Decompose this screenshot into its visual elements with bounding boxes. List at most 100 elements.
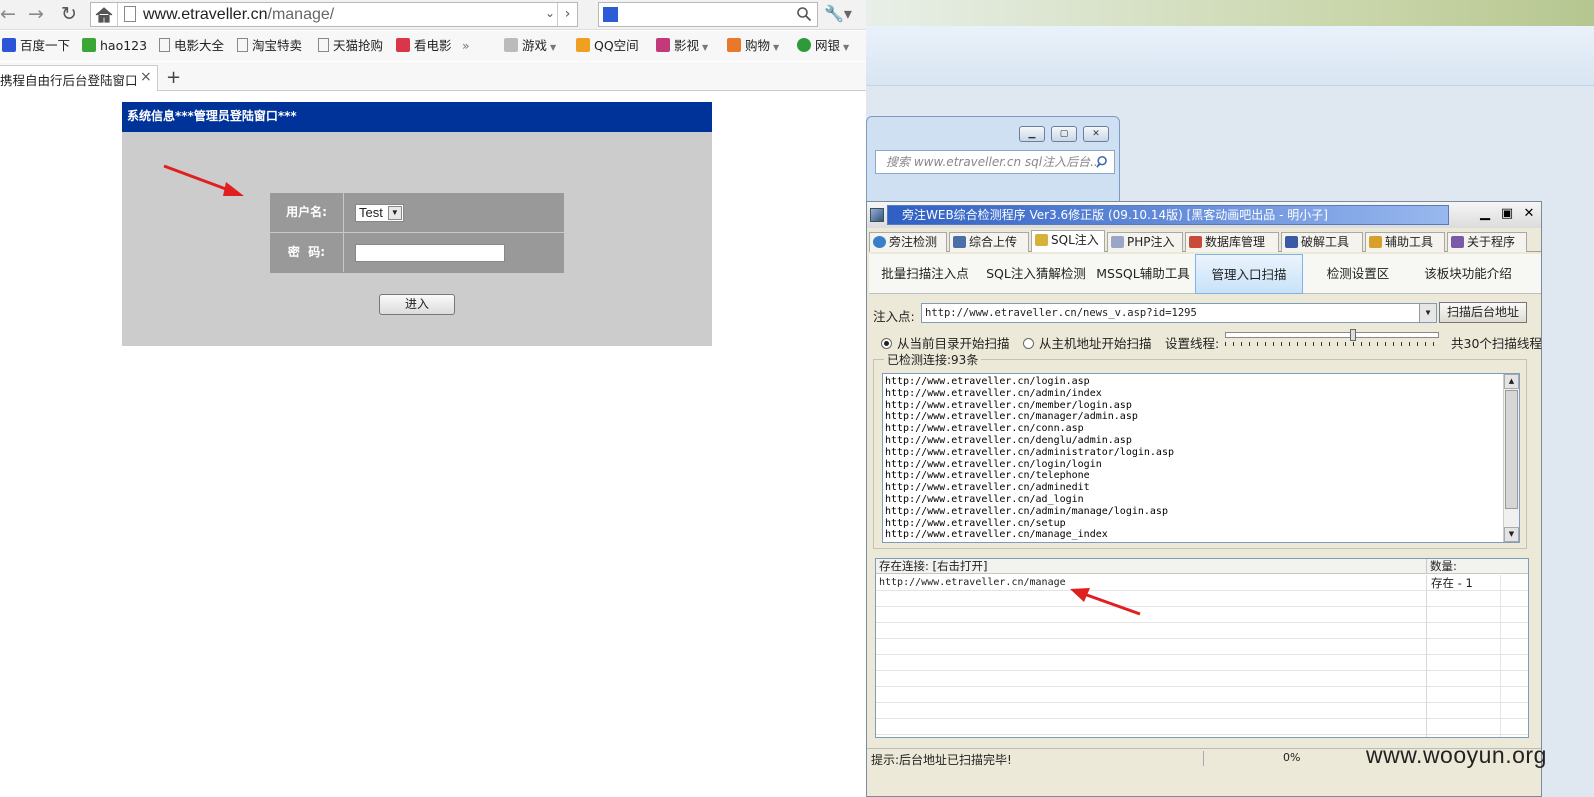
tab-label: 关于程序 xyxy=(1467,235,1516,249)
bookmark-movies[interactable]: 电影大全 xyxy=(159,38,224,56)
bookmark-shopping[interactable]: 购物 ▼ xyxy=(727,38,779,56)
results-table[interactable]: 存在连接: [右击打开] 数量: http://www.etraveller.c… xyxy=(875,558,1529,738)
home-icon[interactable] xyxy=(94,5,114,25)
password-input[interactable] xyxy=(355,244,505,262)
browser-toolbar: ← → ↻ www.etraveller.cn/manage/ ⌄ › 🔧▾ xyxy=(0,0,866,30)
tab-active[interactable]: 携程自由行后台登陆窗口 × xyxy=(0,65,158,91)
tab-side-detect[interactable]: 旁注检测 xyxy=(869,232,947,252)
forward-button[interactable]: → xyxy=(24,3,48,27)
search-bar[interactable] xyxy=(598,2,818,27)
search-icon[interactable] xyxy=(1096,155,1110,169)
tab-database[interactable]: 数据库管理 xyxy=(1185,232,1279,252)
close-icon[interactable]: × xyxy=(140,69,152,85)
subtab-batch-scan[interactable]: 批量扫描注入点 xyxy=(871,254,979,294)
tab-sql-injection[interactable]: SQL注入 xyxy=(1031,230,1105,252)
scroll-down-icon[interactable]: ▼ xyxy=(1504,527,1519,542)
search-icon[interactable] xyxy=(796,6,812,22)
list-item[interactable]: http://www.etraveller.cn/member/login.as… xyxy=(885,400,1174,412)
subtab-sql-guess[interactable]: SQL注入猜解检测 xyxy=(981,254,1091,294)
bookmark-baidu[interactable]: 百度一下 xyxy=(2,38,70,56)
subtab-intro[interactable]: 该板块功能介绍 xyxy=(1413,254,1523,294)
new-tab-button[interactable]: + xyxy=(166,67,181,88)
list-item[interactable]: http://www.etraveller.cn/administrator/l… xyxy=(885,447,1174,459)
scroll-up-icon[interactable]: ▲ xyxy=(1504,374,1519,389)
list-item[interactable]: http://www.etraveller.cn/login/login xyxy=(885,459,1174,471)
detected-links-list[interactable]: http://www.etraveller.cn/login.asp http:/… xyxy=(882,373,1520,543)
tab-upload[interactable]: 综合上传 xyxy=(949,232,1029,252)
url-text[interactable]: www.etraveller.cn/manage/ xyxy=(143,3,334,26)
column-header-link[interactable]: 存在连接: [右击打开] xyxy=(879,559,988,573)
page-icon xyxy=(159,38,170,52)
bookmark-games[interactable]: 游戏 ▼ xyxy=(504,38,556,56)
subtab-mssql-tools[interactable]: MSSQL辅助工具 xyxy=(1093,254,1193,294)
reload-button[interactable]: ↻ xyxy=(57,3,81,27)
subtab-settings[interactable]: 检测设置区 xyxy=(1305,254,1411,294)
subtab-admin-scan[interactable]: 管理入口扫描 xyxy=(1195,254,1303,294)
thread-slider[interactable] xyxy=(1225,329,1439,350)
list-item[interactable]: http://www.etraveller.cn/telephone xyxy=(885,470,1174,482)
list-item[interactable]: http://www.etraveller.cn/conn.asp xyxy=(885,423,1174,435)
result-row-link[interactable]: http://www.etraveller.cn/manage xyxy=(879,576,1066,590)
desktop-area: ▁ ▢ ✕ 搜索 www.etraveller.cn sql注入后台... 旁注… xyxy=(866,0,1594,797)
chevron-down-icon[interactable]: ▼ xyxy=(1419,304,1436,322)
gamepad-icon xyxy=(504,38,518,52)
inject-point-input[interactable]: http://www.etraveller.cn/news_v.asp?id=1… xyxy=(921,303,1437,323)
radio-dot-selected[interactable] xyxy=(881,338,892,349)
chevron-down-icon[interactable]: ⌄ xyxy=(545,6,555,20)
login-submit-button[interactable]: 进入 xyxy=(379,294,455,315)
username-select[interactable]: Test ▼ xyxy=(355,204,404,222)
bookmark-qzone[interactable]: QQ空间 xyxy=(576,38,639,56)
back-button[interactable]: ← xyxy=(0,3,20,27)
scrollbar[interactable]: ▲ ▼ xyxy=(1503,374,1519,542)
bookmark-ebank[interactable]: 网银 ▼ xyxy=(797,38,849,56)
list-item[interactable]: http://www.etraveller.cn/setup xyxy=(885,518,1174,530)
search-doc-icon xyxy=(1035,234,1048,246)
wrench-icon[interactable]: 🔧▾ xyxy=(824,4,864,26)
bookmark-tmall[interactable]: 天猫抢购 xyxy=(318,38,383,56)
bookmark-label: 看电影 xyxy=(414,38,452,53)
scan-admin-button[interactable]: 扫描后台地址 xyxy=(1439,302,1527,323)
bookmark-taobao[interactable]: 淘宝特卖 xyxy=(237,38,302,56)
maximize-button[interactable]: ▢ xyxy=(1051,126,1077,142)
grid-column-line xyxy=(1426,575,1427,737)
close-button[interactable]: ✕ xyxy=(1083,126,1109,142)
minimize-icon[interactable]: ▁ xyxy=(1477,206,1493,222)
ie-search-input[interactable]: 搜索 www.etraveller.cn sql注入后台... xyxy=(875,150,1115,174)
list-item[interactable]: http://www.etraveller.cn/login.asp xyxy=(885,376,1174,388)
radio-current-dir[interactable]: 从当前目录开始扫描 xyxy=(881,333,1010,352)
slider-thumb[interactable] xyxy=(1350,329,1356,341)
list-item[interactable]: http://www.etraveller.cn/admin/index xyxy=(885,388,1174,400)
watermark-text: www.wooyun.org xyxy=(1366,742,1547,768)
address-bar[interactable]: www.etraveller.cn/manage/ ⌄ › xyxy=(90,2,578,27)
bookmarks-overflow[interactable]: » xyxy=(462,38,470,56)
list-item[interactable]: http://www.etraveller.cn/admin/manage/lo… xyxy=(885,506,1174,518)
radio-dot[interactable] xyxy=(1023,338,1034,349)
tab-label: 数据库管理 xyxy=(1205,235,1266,249)
minimize-button[interactable]: ▁ xyxy=(1019,126,1045,142)
detected-links-group: 已检测连接:93条 http://www.etraveller.cn/login… xyxy=(873,351,1527,549)
bookmark-52movie[interactable]: 看电影 xyxy=(396,38,452,56)
go-arrow-icon[interactable]: › xyxy=(557,3,577,26)
bookmark-video[interactable]: 影视 ▼ xyxy=(656,38,708,56)
close-icon[interactable]: ✕ xyxy=(1521,206,1537,222)
slider-track[interactable] xyxy=(1225,332,1439,338)
tab-about[interactable]: 关于程序 xyxy=(1447,232,1527,252)
chevron-down-icon[interactable]: ▼ xyxy=(387,206,402,220)
ie-window-background: ▁ ▢ ✕ 搜索 www.etraveller.cn sql注入后台... xyxy=(866,116,1120,206)
maximize-icon[interactable]: ▣ xyxy=(1499,206,1515,222)
column-header-count[interactable]: 数量: xyxy=(1426,559,1528,574)
bookmark-hao123[interactable]: hao123 xyxy=(82,38,147,56)
chart-icon xyxy=(953,236,966,248)
tab-crack-tools[interactable]: 破解工具 xyxy=(1281,232,1363,252)
radio-host[interactable]: 从主机地址开始扫描 xyxy=(1023,333,1152,352)
list-item[interactable]: http://www.etraveller.cn/ad_login xyxy=(885,494,1174,506)
scroll-thumb[interactable] xyxy=(1505,390,1518,509)
back-arrow-icon: ← xyxy=(0,3,16,25)
list-item[interactable]: http://www.etraveller.cn/manage_index xyxy=(885,529,1174,541)
list-item[interactable]: http://www.etraveller.cn/denglu/admin.as… xyxy=(885,435,1174,447)
tab-aux-tools[interactable]: 辅助工具 xyxy=(1365,232,1445,252)
tab-php-injection[interactable]: PHP注入 xyxy=(1107,232,1183,252)
baidu-paw-icon[interactable] xyxy=(603,7,618,22)
list-item[interactable]: http://www.etraveller.cn/manager/admin.a… xyxy=(885,411,1174,423)
list-item[interactable]: http://www.etraveller.cn/adminedit xyxy=(885,482,1174,494)
